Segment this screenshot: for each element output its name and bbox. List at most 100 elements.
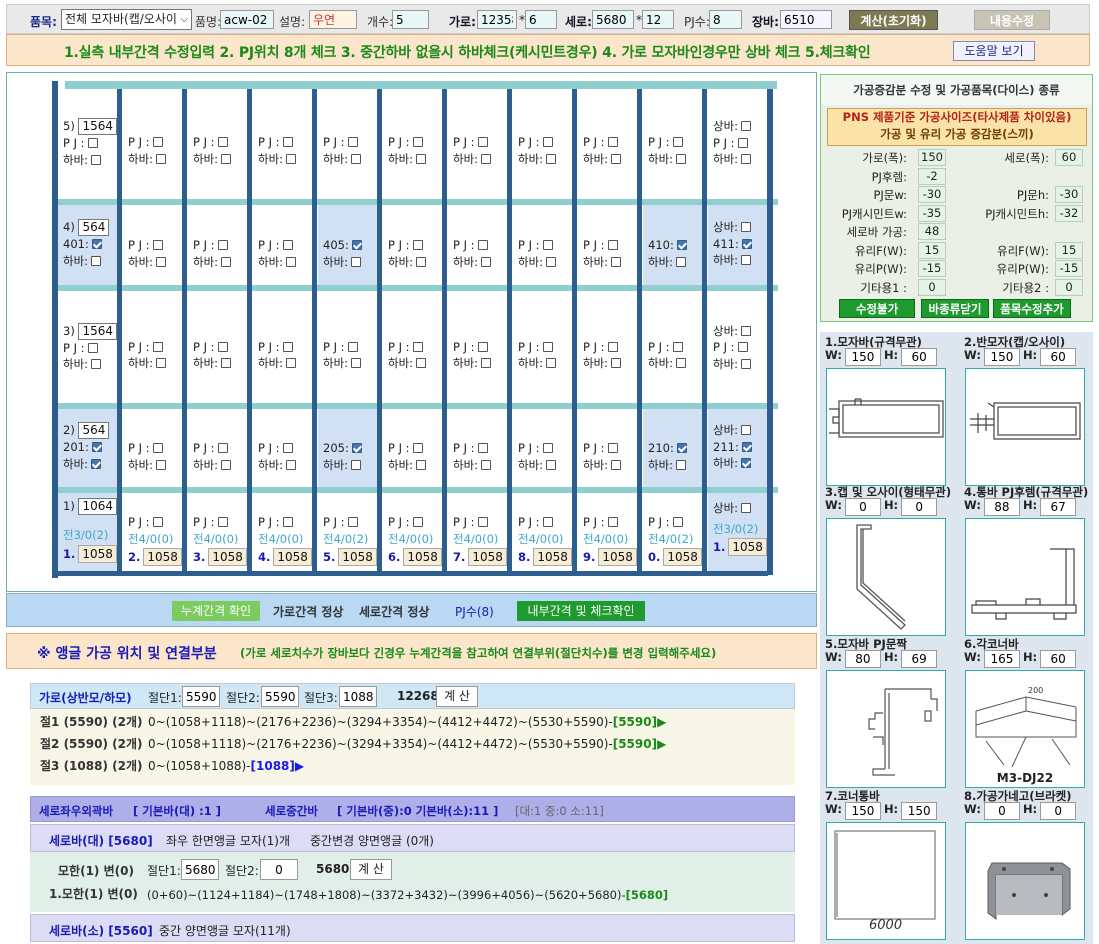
- pj-frame-profile-icon[interactable]: [965, 518, 1085, 636]
- checkbox[interactable]: [607, 341, 618, 352]
- bottom-value-input[interactable]: 1058: [208, 548, 247, 566]
- checkbox[interactable]: [546, 358, 557, 368]
- cut2-input[interactable]: [261, 686, 299, 707]
- bottom-value-input[interactable]: 1058: [273, 548, 312, 566]
- part-width-input[interactable]: [844, 348, 881, 366]
- checkbox[interactable]: [91, 359, 102, 369]
- checkbox[interactable]: [741, 238, 752, 249]
- checkbox[interactable]: [412, 341, 423, 352]
- checkbox[interactable]: [607, 137, 618, 147]
- cap-osai-profile-icon[interactable]: [826, 518, 946, 636]
- checkbox[interactable]: [152, 517, 163, 527]
- checkbox[interactable]: [741, 503, 752, 513]
- checkbox[interactable]: [351, 240, 362, 250]
- checkbox[interactable]: [351, 443, 362, 453]
- row-size-input[interactable]: 564: [78, 219, 110, 236]
- calc-reset-button[interactable]: 계산(초기화): [849, 10, 938, 30]
- checkbox[interactable]: [347, 341, 358, 352]
- checkbox[interactable]: [676, 459, 687, 470]
- bar-length-input[interactable]: [780, 10, 832, 29]
- checkbox[interactable]: [152, 341, 163, 352]
- checkbox[interactable]: [217, 137, 228, 147]
- checkbox[interactable]: [87, 342, 98, 353]
- adjust-value-input[interactable]: 15: [918, 241, 946, 259]
- checkbox[interactable]: [676, 358, 687, 368]
- checkbox[interactable]: [672, 341, 683, 352]
- row-size-input[interactable]: 1564: [78, 322, 118, 340]
- checkbox[interactable]: [546, 153, 557, 164]
- checkbox[interactable]: [416, 358, 427, 368]
- part-width-input[interactable]: [844, 802, 881, 820]
- checkbox[interactable]: [542, 240, 553, 250]
- checkbox[interactable]: [286, 153, 297, 164]
- part-height-input[interactable]: [1040, 498, 1077, 516]
- desc-input[interactable]: [309, 10, 357, 29]
- checkbox[interactable]: [412, 517, 423, 527]
- corner-bar-photo-icon[interactable]: 6000: [826, 822, 946, 940]
- bottom-value-input[interactable]: 1058: [663, 548, 702, 566]
- checkbox[interactable]: [416, 153, 427, 164]
- cut1-input[interactable]: [182, 686, 220, 707]
- checkbox[interactable]: [156, 459, 167, 470]
- checkbox[interactable]: [286, 459, 297, 470]
- bottom-value-input[interactable]: 1058: [78, 544, 117, 563]
- checkbox[interactable]: [741, 458, 752, 468]
- edit-content-button[interactable]: 내용수정: [974, 10, 1050, 30]
- checkbox[interactable]: [282, 443, 293, 453]
- checkbox[interactable]: [542, 517, 553, 527]
- row-size-input[interactable]: 564: [78, 422, 110, 439]
- row-size-input[interactable]: 1064: [78, 498, 118, 515]
- part-height-input[interactable]: [901, 650, 938, 668]
- bottom-value-input[interactable]: 1058: [533, 548, 572, 566]
- checkbox[interactable]: [546, 256, 557, 267]
- checkbox[interactable]: [351, 459, 362, 470]
- checkbox[interactable]: [217, 240, 228, 250]
- checkbox[interactable]: [87, 138, 98, 148]
- part-height-input[interactable]: [1040, 802, 1077, 820]
- adjust-value-input[interactable]: -35: [918, 204, 946, 222]
- v-cut2-input[interactable]: [260, 859, 298, 880]
- part-height-input[interactable]: [901, 498, 938, 516]
- checkbox[interactable]: [611, 256, 622, 267]
- bottom-value-input[interactable]: 1058: [468, 548, 507, 566]
- h-calc-button[interactable]: 계 산: [436, 686, 478, 707]
- checkbox[interactable]: [91, 154, 102, 165]
- checkbox[interactable]: [741, 425, 752, 435]
- checkbox[interactable]: [741, 441, 752, 452]
- checkbox[interactable]: [221, 256, 232, 267]
- cut3-input[interactable]: [339, 686, 377, 707]
- checkbox[interactable]: [156, 256, 167, 267]
- checkbox[interactable]: [282, 137, 293, 147]
- adjust-value-input[interactable]: -30: [918, 186, 946, 203]
- checkbox[interactable]: [351, 358, 362, 368]
- checkbox[interactable]: [481, 358, 492, 368]
- part-height-input[interactable]: [1040, 348, 1077, 366]
- adjust-value-input[interactable]: -15: [1055, 260, 1083, 277]
- checkbox[interactable]: [542, 137, 553, 147]
- count-input[interactable]: [392, 10, 429, 29]
- width-mult-input[interactable]: [525, 10, 557, 29]
- checkbox[interactable]: [217, 341, 228, 352]
- part-width-input[interactable]: [844, 498, 881, 516]
- pj-count-input[interactable]: [709, 10, 742, 29]
- checkbox[interactable]: [156, 358, 167, 368]
- no-edit-button[interactable]: 수정불가: [839, 299, 915, 318]
- bracket-photo-icon[interactable]: [965, 822, 1085, 940]
- checkbox[interactable]: [741, 358, 752, 369]
- cumulative-check-button[interactable]: 누계간격 확인: [172, 601, 260, 621]
- checkbox[interactable]: [152, 443, 163, 453]
- checkbox[interactable]: [741, 222, 752, 232]
- checkbox[interactable]: [412, 240, 423, 250]
- corner-bar-drawing-icon[interactable]: 200 M3-DJ22: [965, 670, 1085, 788]
- checkbox[interactable]: [481, 459, 492, 470]
- help-button[interactable]: 도움말 보기: [953, 41, 1035, 61]
- checkbox[interactable]: [676, 153, 687, 164]
- checkbox[interactable]: [676, 443, 687, 453]
- checkbox[interactable]: [477, 240, 488, 250]
- checkbox[interactable]: [347, 517, 358, 527]
- checkbox[interactable]: [91, 239, 102, 249]
- adjust-value-input[interactable]: 0: [1055, 278, 1083, 296]
- checkbox[interactable]: [737, 342, 748, 352]
- checkbox[interactable]: [611, 459, 622, 470]
- checkbox[interactable]: [676, 256, 687, 267]
